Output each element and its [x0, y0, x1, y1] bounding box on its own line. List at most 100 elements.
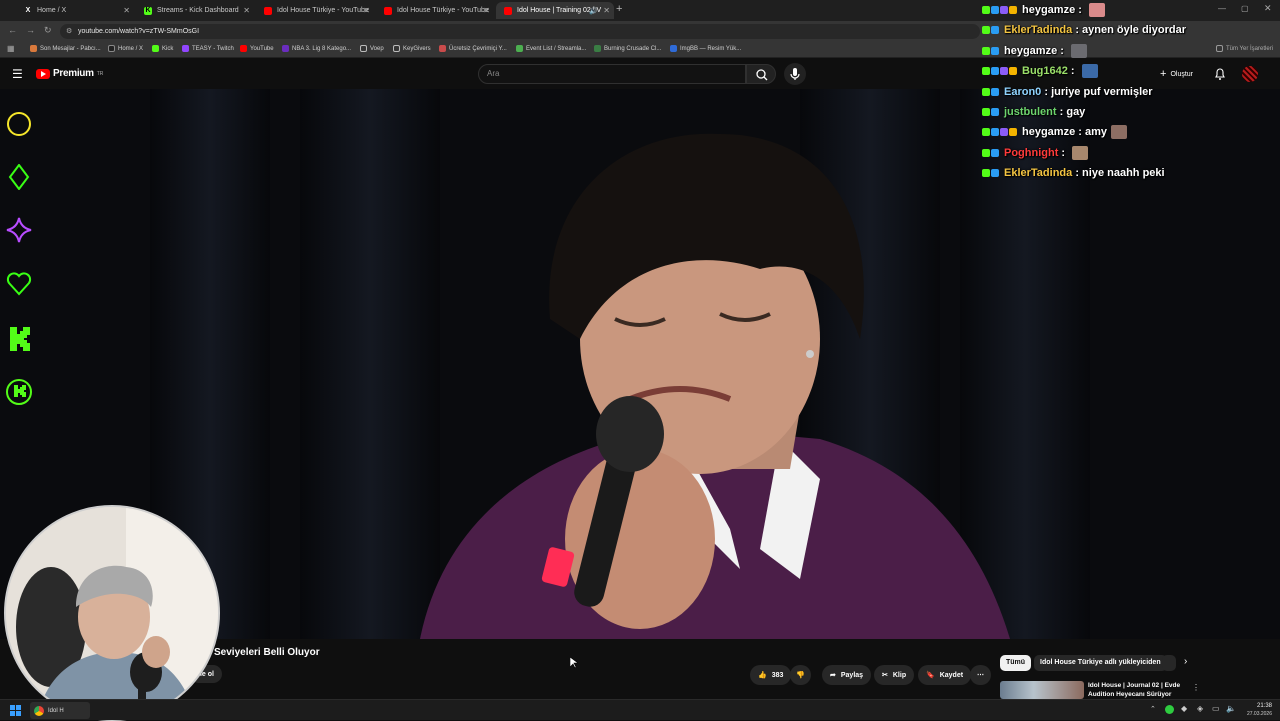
- site-info-icon[interactable]: ⚙: [66, 24, 72, 39]
- notifications-bell-icon[interactable]: [1213, 67, 1227, 81]
- save-button[interactable]: 🔖 Kaydet: [918, 665, 972, 685]
- chat-separator: :: [1041, 85, 1052, 98]
- thumbs-down-icon: 👎: [796, 672, 805, 679]
- chip-all[interactable]: Tümü: [1000, 655, 1032, 671]
- chat-badge-icon: [982, 46, 990, 55]
- chat-username[interactable]: heygamze: [1004, 45, 1057, 57]
- like-count: 383: [771, 671, 784, 679]
- all-bookmarks[interactable]: Tüm Yer İşaretleri: [1216, 45, 1273, 52]
- tab-youtube-2[interactable]: Idol House Türkiye - YouTube ✕: [376, 2, 494, 19]
- chat-badge-icon: [982, 108, 990, 116]
- youtube-icon: [384, 6, 392, 15]
- search-input[interactable]: Ara: [478, 64, 746, 84]
- tab-kick-dashboard[interactable]: K Streams - Kick Dashboard ✕: [136, 2, 254, 19]
- menu-icon[interactable]: ☰: [12, 67, 23, 81]
- chat-username[interactable]: Bug1642: [1022, 65, 1068, 77]
- close-icon[interactable]: ✕: [123, 6, 130, 15]
- taskbar-chrome-app[interactable]: Idol H: [30, 702, 90, 719]
- chat-badge-icon: [982, 26, 990, 35]
- tab-x[interactable]: X Home / X ✕: [16, 2, 134, 19]
- close-icon[interactable]: ✕: [603, 6, 610, 15]
- tab-youtube-1[interactable]: Idol House Türkiye - YouTube ✕: [256, 2, 374, 19]
- bookmark-item[interactable]: ImgBB — Resim Yük...: [670, 45, 741, 52]
- chevron-right-icon[interactable]: ›: [1184, 656, 1187, 667]
- bookmark-item[interactable]: KeyGivers: [393, 45, 431, 52]
- network-icon[interactable]: ▭: [1212, 704, 1220, 713]
- like-button[interactable]: 👍 383: [750, 665, 792, 685]
- chat-username[interactable]: heygamze: [1022, 126, 1075, 138]
- chat-message: heygamze : amy: [982, 122, 1128, 142]
- volume-icon[interactable]: 🔈: [1226, 704, 1236, 713]
- bookmark-item[interactable]: Son Mesajlar - Pabcı...: [30, 45, 101, 52]
- more-icon: ⋯: [977, 672, 984, 679]
- circle-overlay-icon: [7, 112, 31, 136]
- more-actions-button[interactable]: ⋯: [970, 665, 991, 685]
- chat-separator: :: [1072, 24, 1083, 37]
- tray-app-icon[interactable]: ◆: [1181, 704, 1187, 713]
- forward-icon[interactable]: →: [26, 25, 35, 35]
- bookmark-item[interactable]: Voep: [360, 45, 384, 52]
- bookmark-item[interactable]: Event List / Streamla...: [516, 45, 586, 52]
- speaker-icon[interactable]: 🔊: [589, 7, 598, 15]
- chat-badges: [982, 128, 1017, 137]
- search-button[interactable]: [746, 64, 776, 84]
- chat-badge-icon: [1000, 6, 1008, 14]
- scissors-icon: ✂: [882, 672, 888, 679]
- chat-badge-icon: [1000, 67, 1008, 76]
- close-icon[interactable]: ✕: [243, 6, 250, 15]
- more-vertical-icon[interactable]: ⋮: [1192, 683, 1200, 692]
- bookmark-item[interactable]: TEASY - Twitch: [182, 45, 234, 52]
- chat-badge-icon: [991, 6, 999, 14]
- minimize-icon[interactable]: —: [1218, 4, 1226, 13]
- bookmark-item[interactable]: YouTube: [240, 45, 274, 52]
- url-field[interactable]: ⚙ youtube.com/watch?v=zTW-SMmOsGI: [60, 24, 980, 39]
- apps-grid-icon[interactable]: ▦: [7, 44, 15, 53]
- mouse-cursor-icon: [570, 657, 578, 669]
- bookmark-item[interactable]: Ücretsiz Çevrimiçi Y...: [439, 45, 507, 52]
- chat-emote-icon: [1070, 43, 1087, 58]
- bookmark-item[interactable]: NBA 3. Lig 8 Katego...: [282, 45, 351, 52]
- new-tab-button[interactable]: +: [616, 3, 622, 15]
- share-button[interactable]: ➦ Paylaş: [822, 665, 872, 685]
- create-button[interactable]: + Oluştur: [1160, 68, 1193, 80]
- streamer-webcam: [4, 505, 220, 721]
- chat-badge-icon: [991, 108, 999, 116]
- window-close-icon[interactable]: ✕: [1264, 3, 1272, 14]
- recommendation-thumbnail[interactable]: [1000, 681, 1084, 699]
- avatar[interactable]: [1242, 66, 1258, 82]
- windows-start-icon[interactable]: [10, 705, 21, 716]
- chip-more[interactable]: [1162, 655, 1176, 671]
- chat-badge-icon: [991, 46, 999, 55]
- chat-username[interactable]: EklerTadinda: [1004, 167, 1072, 179]
- bookmark-item[interactable]: Home / X: [108, 45, 143, 52]
- maximize-icon[interactable]: ▢: [1241, 4, 1249, 13]
- bookmark-item[interactable]: Kick: [152, 45, 173, 52]
- kick-overlay-icon: [10, 327, 30, 351]
- bookmark-item[interactable]: Burning Crusade Cl...: [594, 45, 661, 52]
- chip-channel[interactable]: Idol House Türkiye adlı yükleyiciden: [1034, 655, 1167, 671]
- clock-time: 21:38: [1256, 703, 1272, 709]
- recommendation-title[interactable]: Idol House | Journal 02 | Evde Audition …: [1088, 681, 1188, 699]
- chat-message: heygamze :: [982, 0, 1105, 20]
- chat-message: justbulent : gay: [982, 102, 1085, 122]
- back-icon[interactable]: ←: [8, 25, 17, 35]
- youtube-logo[interactable]: Premium TR: [36, 68, 103, 79]
- tray-chevron-icon[interactable]: ⌃: [1150, 705, 1156, 713]
- chat-username[interactable]: heygamze: [1022, 4, 1075, 16]
- chat-username[interactable]: EklerTadinda: [1004, 24, 1072, 36]
- tray-app-icon[interactable]: [1165, 705, 1174, 714]
- chat-username[interactable]: Poghnight: [1004, 147, 1058, 159]
- close-icon[interactable]: ✕: [483, 6, 490, 15]
- clip-button[interactable]: ✂ Klip: [874, 665, 915, 685]
- dislike-button[interactable]: 👎: [790, 665, 811, 685]
- chat-username[interactable]: justbulent: [1004, 106, 1057, 118]
- streamer-webcam-image: [6, 507, 218, 719]
- close-icon[interactable]: ✕: [363, 6, 370, 15]
- tab-youtube-active[interactable]: Idol House | Training 02 | V 🔊 ✕: [496, 2, 614, 19]
- heart-overlay-icon: [6, 272, 32, 296]
- reload-icon[interactable]: ↻: [44, 25, 52, 36]
- tray-app-icon[interactable]: ◈: [1197, 704, 1203, 713]
- chat-username[interactable]: Earon0: [1004, 86, 1041, 98]
- voice-search-button[interactable]: [784, 63, 806, 85]
- clock[interactable]: 21:38 27.03.2026: [1240, 702, 1272, 718]
